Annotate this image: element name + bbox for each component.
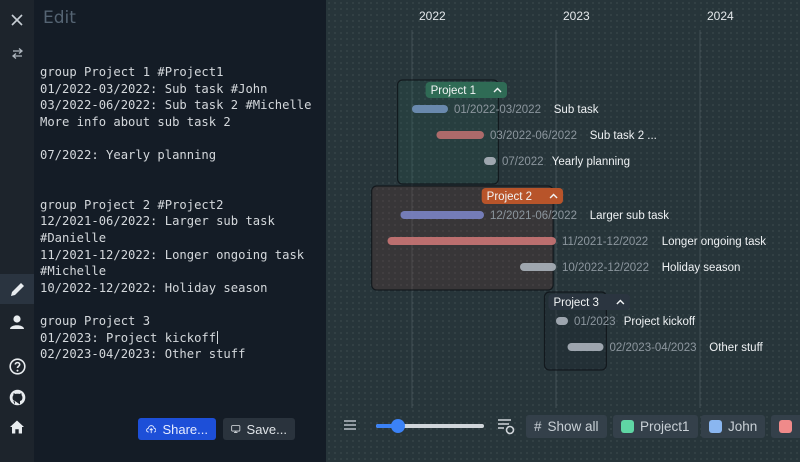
monitor-icon (231, 425, 241, 433)
help-icon[interactable] (0, 351, 34, 381)
timeline-chart[interactable]: 2022 2023 2024 Project 1 01/2022-03/2022 Sub … (326, 0, 800, 462)
code-line: 11/2021-12/2022: Longer ongoing task (40, 247, 305, 262)
edit-icon[interactable] (0, 274, 34, 304)
share-button[interactable]: Share... (138, 418, 216, 440)
event-title: Sub task 2 ... (590, 130, 657, 142)
year-label: 2022 (419, 9, 446, 23)
event-title: Other stuff (709, 342, 763, 354)
tag-chip-project1[interactable]: Project1 (613, 415, 698, 438)
menu-icon[interactable] (342, 417, 360, 435)
event-bar (400, 211, 484, 219)
cloud-upload-icon (146, 425, 157, 434)
event-title: Longer ongoing task (662, 236, 766, 248)
code-line: #Michelle (40, 264, 107, 279)
year-label: 2024 (707, 9, 734, 23)
code-line: 12/2021-06/2022: Larger sub task (40, 214, 275, 229)
year-label: 2023 (563, 9, 590, 23)
tag-label: Project1 (640, 419, 690, 434)
show-all-button[interactable]: # Show all (526, 415, 607, 438)
event-range: 03/2022-06/2022 (490, 130, 577, 142)
tag-label: John (728, 419, 758, 434)
bottom-toolbar: # Show all Project1 John (326, 408, 800, 444)
group-label: Project 2 (487, 191, 532, 203)
tag-swatch (779, 420, 792, 433)
event-range: 01/2022-03/2022 (454, 104, 541, 116)
text-caret (217, 330, 219, 344)
code-line: More info about sub task 2 (40, 114, 231, 129)
show-all-label: Show all (547, 419, 599, 434)
github-icon[interactable] (0, 382, 34, 412)
tag-chip-partial[interactable] (771, 415, 800, 438)
event-title: Project kickoff (624, 316, 696, 328)
code-line: 02/2023-04/2023: Other stuff (40, 347, 246, 362)
code-line: group Project 2 #Project2 (40, 197, 224, 212)
event-range: 10/2022-12/2022 (562, 262, 649, 274)
user-icon[interactable] (0, 307, 34, 337)
event-title: Holiday season (662, 262, 741, 274)
hash-icon: # (534, 419, 542, 434)
event-range: 01/2023 (574, 316, 616, 328)
tag-swatch (709, 420, 722, 433)
home-icon[interactable] (0, 412, 34, 442)
close-icon[interactable] (0, 5, 34, 35)
event-range: 12/2021-06/2022 (490, 210, 577, 222)
code-line: #Danielle (40, 230, 107, 245)
code-line: 01/2022-03/2022: Sub task #John (40, 81, 268, 96)
event-title: Sub task (554, 104, 599, 116)
event-bar (412, 105, 448, 113)
event-bar (484, 157, 496, 165)
code-line: group Project 3 (40, 313, 151, 328)
event-range: 02/2023-04/2023 (610, 342, 697, 354)
event-bar (567, 343, 604, 351)
filter-list-icon[interactable] (496, 416, 516, 436)
event-title: Yearly planning (552, 156, 630, 168)
event-bar (436, 131, 484, 139)
event-bar (387, 237, 556, 245)
event-range: 07/2022 (502, 156, 544, 168)
editor-title: Edit (43, 8, 76, 28)
event-bar (556, 317, 568, 325)
timeline-svg: 2022 2023 2024 Project 1 01/2022-03/2022 Sub … (371, 9, 766, 408)
event-title: Larger sub task (590, 210, 670, 222)
group-label: Project 1 (431, 85, 476, 97)
swap-icon[interactable] (0, 38, 34, 68)
code-line: 03/2022-06/2022: Sub task 2 #Michelle (40, 98, 312, 113)
zoom-slider-knob[interactable] (390, 419, 405, 433)
event-bar (520, 263, 556, 271)
left-rail (0, 0, 34, 462)
code-editor[interactable]: group Project 1 #Project1 01/2022-03/2022… (40, 64, 312, 363)
event-range: 11/2021-12/2022 (562, 236, 648, 248)
share-label: Share... (162, 421, 208, 437)
group-label: Project 3 (553, 297, 598, 309)
zoom-slider[interactable] (376, 419, 484, 433)
tag-swatch (621, 420, 634, 433)
tag-chip-john[interactable]: John (701, 415, 766, 438)
editor-panel: Edit group Project 1 #Project1 01/2022-03… (34, 0, 326, 462)
save-label: Save... (246, 421, 287, 437)
code-line: 10/2022-12/2022: Holiday season (40, 280, 268, 295)
save-button[interactable]: Save... (223, 418, 295, 440)
code-line: group Project 1 #Project1 (40, 65, 224, 79)
code-line: 07/2022: Yearly planning (40, 147, 217, 162)
code-line: 01/2023: Project kickoff (40, 330, 219, 345)
